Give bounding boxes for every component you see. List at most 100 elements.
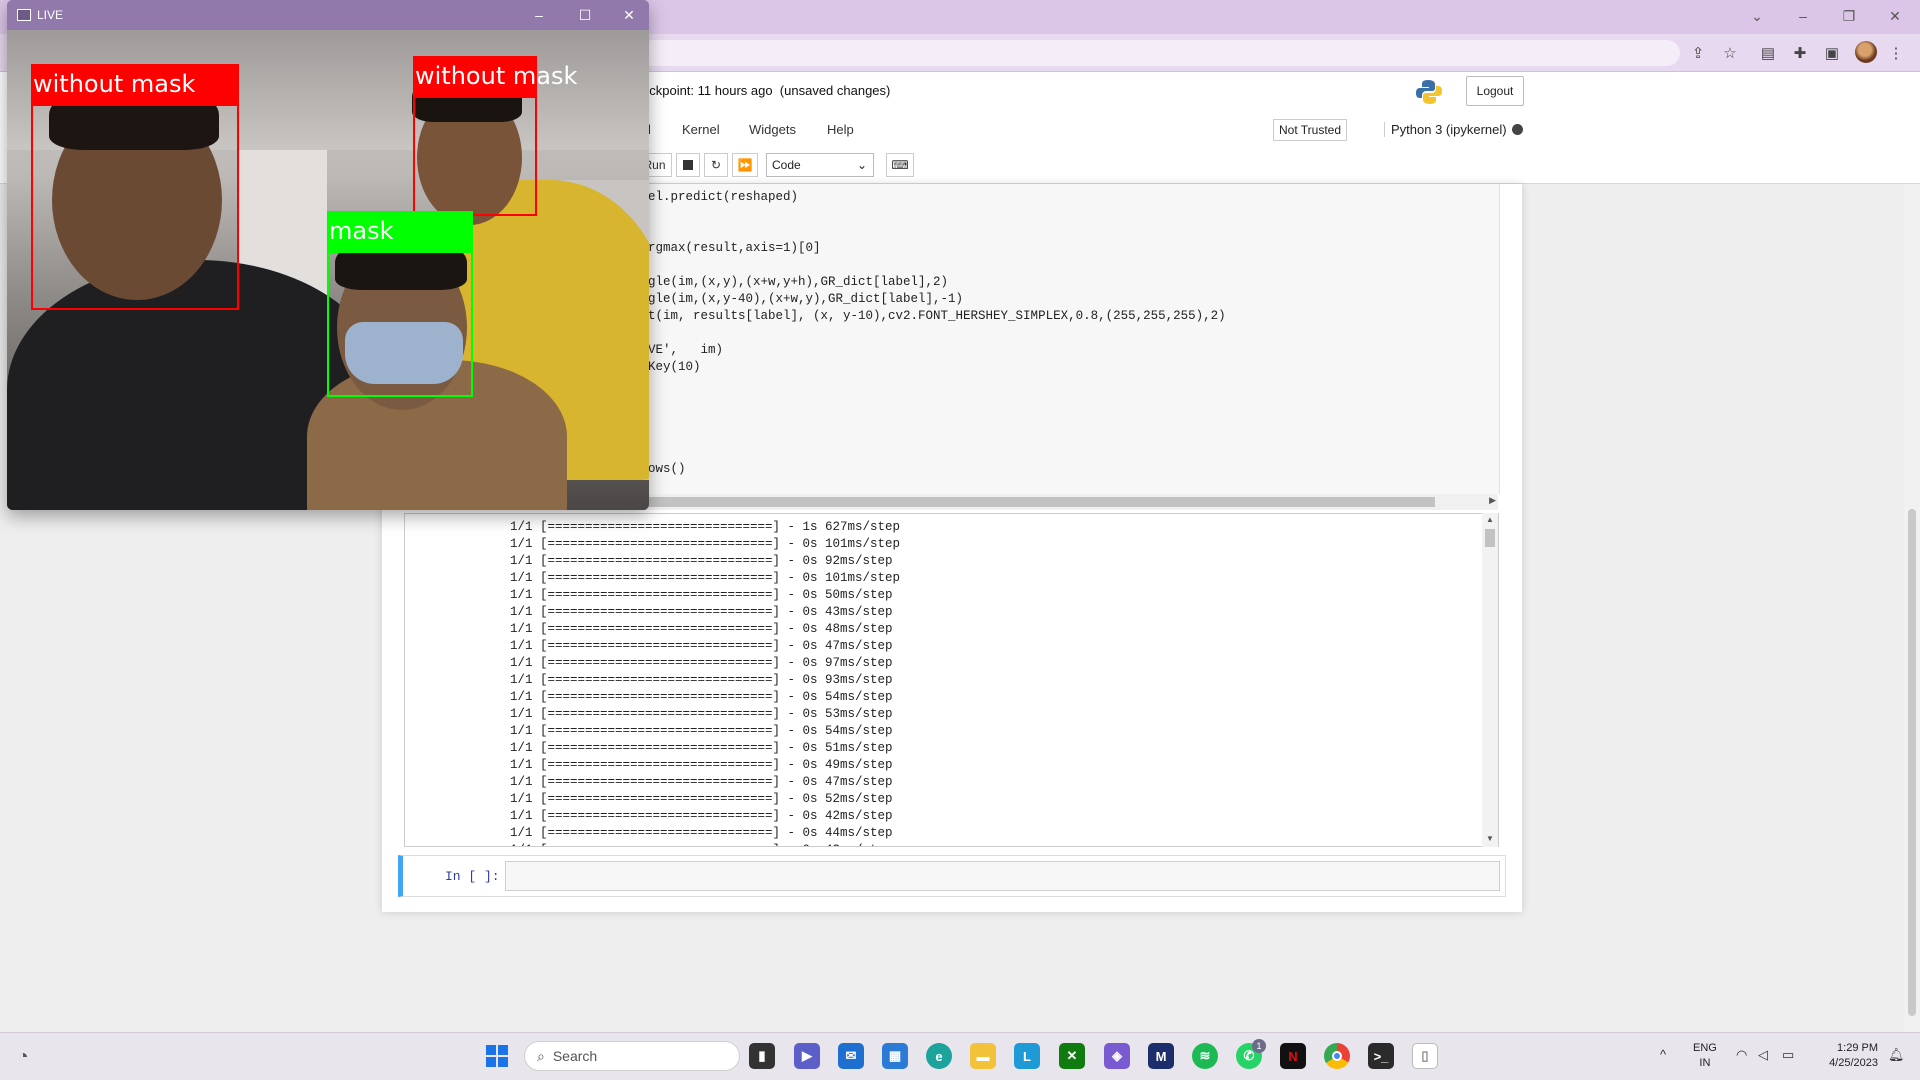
share-icon[interactable]: ⇪ — [1686, 41, 1710, 65]
language-indicator[interactable]: ENG IN — [1693, 1041, 1717, 1071]
extension-card-icon[interactable]: ▤ — [1756, 41, 1780, 65]
copilot-icon[interactable]: ◈ — [1104, 1043, 1130, 1069]
clock-date: 4/25/2023 — [1829, 1057, 1878, 1069]
menu-kernel[interactable]: Kernel — [682, 122, 720, 137]
close-icon[interactable]: ✕ — [609, 4, 649, 26]
live-window-titlebar[interactable]: LIVE – ☐ ✕ — [7, 0, 649, 30]
teams-icon[interactable]: ▶ — [794, 1043, 820, 1069]
cell-type-value: Code — [772, 158, 801, 172]
file-explorer-icon[interactable]: ▬ — [970, 1043, 996, 1069]
detection-box — [31, 104, 239, 310]
restart-icon: ↻ — [710, 158, 722, 172]
notepad-icon[interactable]: ▯ — [1412, 1043, 1438, 1069]
clock-time: 1:29 PM — [1837, 1042, 1878, 1054]
widgets-icon[interactable]: ◔ — [10, 1043, 36, 1069]
output-line: 1/1 [==============================] - 0… — [510, 537, 901, 551]
chrome-icon[interactable] — [1324, 1043, 1350, 1069]
volume-icon[interactable]: ◁ — [1758, 1047, 1768, 1063]
xbox-icon[interactable]: ✕ — [1059, 1043, 1085, 1069]
logout-button[interactable]: Logout — [1466, 76, 1524, 106]
kernel-name: Python 3 (ipykernel) — [1384, 122, 1507, 137]
webcam-frame: without mask without mask mask — [7, 30, 649, 510]
l-app-icon[interactable]: L — [1014, 1043, 1040, 1069]
cell-type-select[interactable]: Code ⌄ — [766, 153, 874, 177]
windows-logo-icon — [486, 1045, 508, 1067]
terminal-icon[interactable]: >_ — [1368, 1043, 1394, 1069]
output-line: 1/1 [==============================] - 0… — [510, 843, 893, 846]
output-line: 1/1 [==============================] - 1… — [510, 520, 901, 534]
restart-kernel-button[interactable]: ↻ — [704, 153, 728, 177]
scroll-down-arrow-icon[interactable]: ▼ — [1486, 834, 1494, 843]
cell-output: 1/1 [==============================] - 1… — [404, 513, 1499, 847]
search-placeholder: Search — [552, 1048, 598, 1064]
battery-icon[interactable]: ▭ — [1782, 1047, 1794, 1063]
output-vertical-scrollbar[interactable]: ▲ ▼ — [1482, 513, 1498, 847]
netflix-icon[interactable]: N — [1280, 1043, 1306, 1069]
profile-avatar[interactable] — [1855, 41, 1877, 63]
minimize-icon[interactable]: – — [1786, 4, 1820, 28]
code-line: t(im, results[label], (x, y-10),cv2.FONT… — [648, 309, 1226, 323]
live-window-title: LIVE — [37, 8, 64, 22]
wifi-icon[interactable]: ◠ — [1736, 1047, 1747, 1063]
region-code: IN — [1699, 1057, 1711, 1069]
stop-icon — [683, 160, 693, 170]
task-view-icon[interactable]: ▮ — [749, 1043, 775, 1069]
store-icon[interactable]: ▦ — [882, 1043, 908, 1069]
restore-icon[interactable]: ❐ — [1832, 4, 1866, 28]
output-line: 1/1 [==============================] - 0… — [510, 622, 893, 636]
side-panel-icon[interactable]: ▣ — [1820, 41, 1844, 65]
keyboard-icon: ⌨ — [891, 158, 909, 172]
output-line: 1/1 [==============================] - 0… — [510, 724, 893, 738]
interrupt-kernel-button[interactable] — [676, 153, 700, 177]
live-video-window[interactable]: LIVE – ☐ ✕ without mask without mask mas… — [7, 0, 649, 510]
show-hidden-icons-chevron-icon[interactable]: ^ — [1660, 1047, 1666, 1062]
maximize-icon[interactable]: ☐ — [565, 4, 605, 26]
scrollbar-thumb[interactable] — [1485, 529, 1495, 547]
scroll-up-arrow-icon[interactable]: ▲ — [1486, 515, 1494, 524]
clock[interactable]: 1:29 PM 4/25/2023 — [1808, 1041, 1878, 1071]
minimize-icon[interactable]: – — [519, 4, 559, 26]
page-scrollbar[interactable] — [1904, 184, 1920, 1032]
output-line: 1/1 [==============================] - 0… — [510, 758, 893, 772]
address-bar[interactable] — [640, 40, 1680, 66]
code-line: gle(im,(x,y-40),(x+w,y),GR_dict[label],-… — [648, 292, 964, 306]
output-line: 1/1 [==============================] - 0… — [510, 554, 893, 568]
code-line: el.predict(reshaped) — [648, 190, 799, 204]
restart-run-all-button[interactable]: ⏩ — [732, 153, 758, 177]
notifications-icon[interactable]: 🔔︎ — [1888, 1047, 1905, 1063]
m-app-icon[interactable]: M — [1148, 1043, 1174, 1069]
output-line: 1/1 [==============================] - 0… — [510, 707, 893, 721]
output-line: 1/1 [==============================] - 0… — [510, 741, 893, 755]
code-line: Key(10) — [648, 360, 701, 374]
scrollbar-thumb[interactable] — [1908, 509, 1916, 1016]
chevron-down-icon: ⌄ — [856, 158, 867, 172]
edge-icon[interactable]: e — [926, 1043, 952, 1069]
tab-list-chevron-icon[interactable]: ⌄ — [1740, 4, 1774, 28]
kernel-status-icon — [1512, 124, 1523, 135]
code-line: gle(im,(x,y),(x+w,y+h),GR_dict[label],2) — [648, 275, 949, 289]
detection-label: mask — [327, 211, 473, 251]
puzzle-extensions-icon[interactable]: ✚ — [1788, 41, 1812, 65]
trust-indicator-button[interactable]: Not Trusted — [1273, 119, 1347, 141]
language-code: ENG — [1693, 1042, 1717, 1054]
more-menu-icon[interactable]: ⋮ — [1884, 41, 1908, 65]
command-palette-button[interactable]: ⌨ — [886, 153, 914, 177]
detection-label: without mask — [413, 56, 577, 96]
start-button[interactable] — [484, 1043, 510, 1069]
scroll-right-arrow-icon[interactable]: ▶ — [1489, 495, 1496, 506]
bookmark-star-icon[interactable]: ☆ — [1718, 41, 1742, 65]
search-icon: ⌕ — [537, 1047, 545, 1064]
cell-input-editor[interactable] — [505, 861, 1500, 891]
output-line: 1/1 [==============================] - 0… — [510, 809, 893, 823]
app-window-icon — [17, 9, 31, 21]
menu-help[interactable]: Help — [827, 122, 854, 137]
detection-box — [413, 96, 537, 216]
spotify-icon[interactable]: ≋ — [1192, 1043, 1218, 1069]
output-line: 1/1 [==============================] - 0… — [510, 605, 893, 619]
close-icon[interactable]: ✕ — [1878, 4, 1912, 28]
taskbar-search[interactable]: ⌕ Search — [524, 1041, 740, 1071]
menu-widgets[interactable]: Widgets — [749, 122, 796, 137]
input-prompt: In [ ]: — [445, 869, 500, 884]
mail-icon[interactable]: ✉ — [838, 1043, 864, 1069]
code-line: VE', im) — [648, 343, 724, 357]
